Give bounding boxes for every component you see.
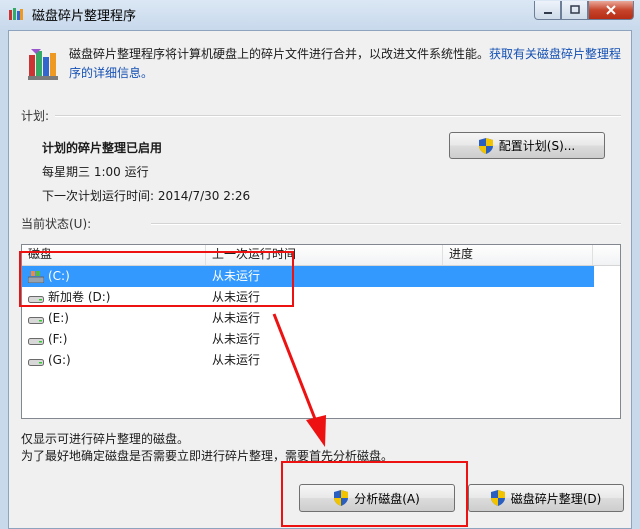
annotation-arrow [272, 313, 326, 447]
defrag-window: 磁盘碎片整理程序 磁盘碎片整理程序将计算机硬盘上的碎片文件进行合并，以改进文件系… [0, 0, 640, 529]
